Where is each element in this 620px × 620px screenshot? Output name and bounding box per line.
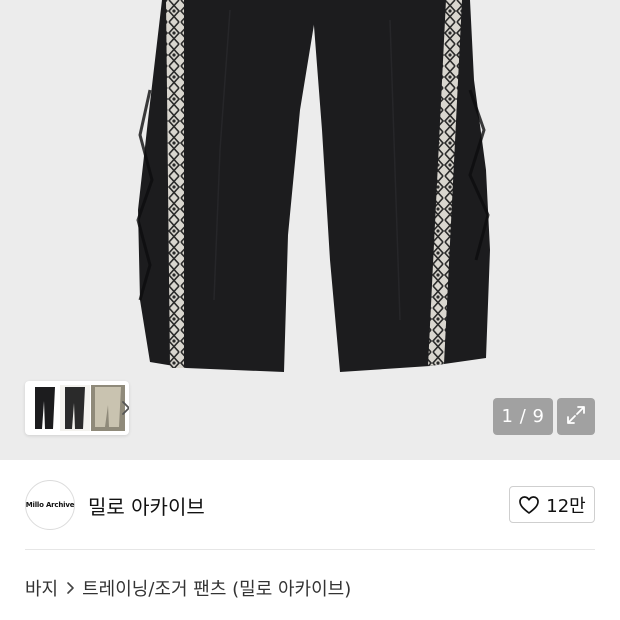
product-image-gallery[interactable]: 1 / 9 — [0, 0, 620, 460]
image-counter-text: 1 / 9 — [501, 406, 545, 427]
shop-logo-text: Millo Archive — [25, 501, 75, 509]
breadcrumb-item-category[interactable]: 트레이닝/조거 팬츠 (밀로 아카이브) — [82, 575, 351, 601]
like-button[interactable]: 12만 — [509, 486, 595, 523]
thumbnail-strip[interactable] — [25, 381, 129, 435]
thumbnail-images — [29, 385, 125, 431]
image-counter: 1 / 9 — [493, 398, 553, 435]
breadcrumb: 바지 트레이닝/조거 팬츠 (밀로 아카이브) — [25, 575, 351, 601]
breadcrumb-item-pants[interactable]: 바지 — [25, 575, 58, 601]
heart-outline-icon — [518, 495, 540, 515]
divider — [25, 549, 595, 550]
expand-button[interactable] — [557, 398, 595, 435]
shop-logo[interactable]: Millo Archive — [25, 480, 75, 530]
shop-info-row: Millo Archive 밀로 아카이브 12만 — [0, 460, 620, 550]
expand-arrows-icon — [565, 404, 587, 430]
chevron-right-icon — [66, 581, 75, 595]
like-count: 12만 — [546, 495, 586, 517]
shop-name[interactable]: 밀로 아카이브 — [88, 491, 205, 520]
